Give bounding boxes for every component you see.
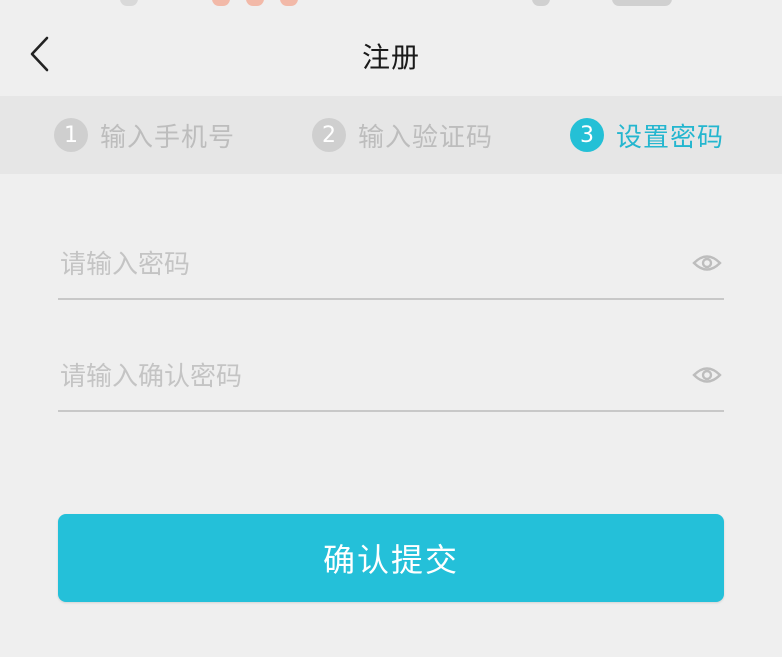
toggle-confirm-visibility-button[interactable] bbox=[690, 360, 724, 390]
step-indicator: 1 输入手机号 2 输入验证码 3 设置密码 bbox=[0, 96, 782, 174]
step-enter-phone: 1 输入手机号 bbox=[54, 96, 235, 174]
nav-header: 注册 bbox=[0, 14, 782, 94]
status-indicator bbox=[612, 0, 672, 6]
password-field bbox=[58, 240, 724, 300]
submit-button[interactable]: 确认提交 bbox=[58, 514, 724, 602]
status-indicator bbox=[246, 0, 264, 6]
step-number: 2 bbox=[312, 118, 346, 152]
step-set-password: 3 设置密码 bbox=[570, 96, 724, 174]
status-indicator bbox=[120, 0, 138, 6]
status-indicator bbox=[280, 0, 298, 6]
eye-icon bbox=[692, 255, 722, 271]
step-number: 3 bbox=[570, 118, 604, 152]
confirm-password-input[interactable] bbox=[58, 352, 660, 402]
page-title: 注册 bbox=[361, 41, 420, 74]
step-label: 输入验证码 bbox=[358, 122, 494, 153]
status-indicator bbox=[212, 0, 230, 6]
eye-icon bbox=[692, 367, 722, 383]
step-label: 设置密码 bbox=[616, 122, 725, 153]
step-label: 输入手机号 bbox=[100, 122, 236, 153]
password-input[interactable] bbox=[58, 240, 660, 290]
status-bar bbox=[0, 0, 782, 10]
step-enter-code: 2 输入验证码 bbox=[312, 96, 493, 174]
step-number: 1 bbox=[54, 118, 88, 152]
toggle-password-visibility-button[interactable] bbox=[690, 248, 724, 278]
status-indicator bbox=[532, 0, 550, 6]
confirm-password-field bbox=[58, 352, 724, 412]
